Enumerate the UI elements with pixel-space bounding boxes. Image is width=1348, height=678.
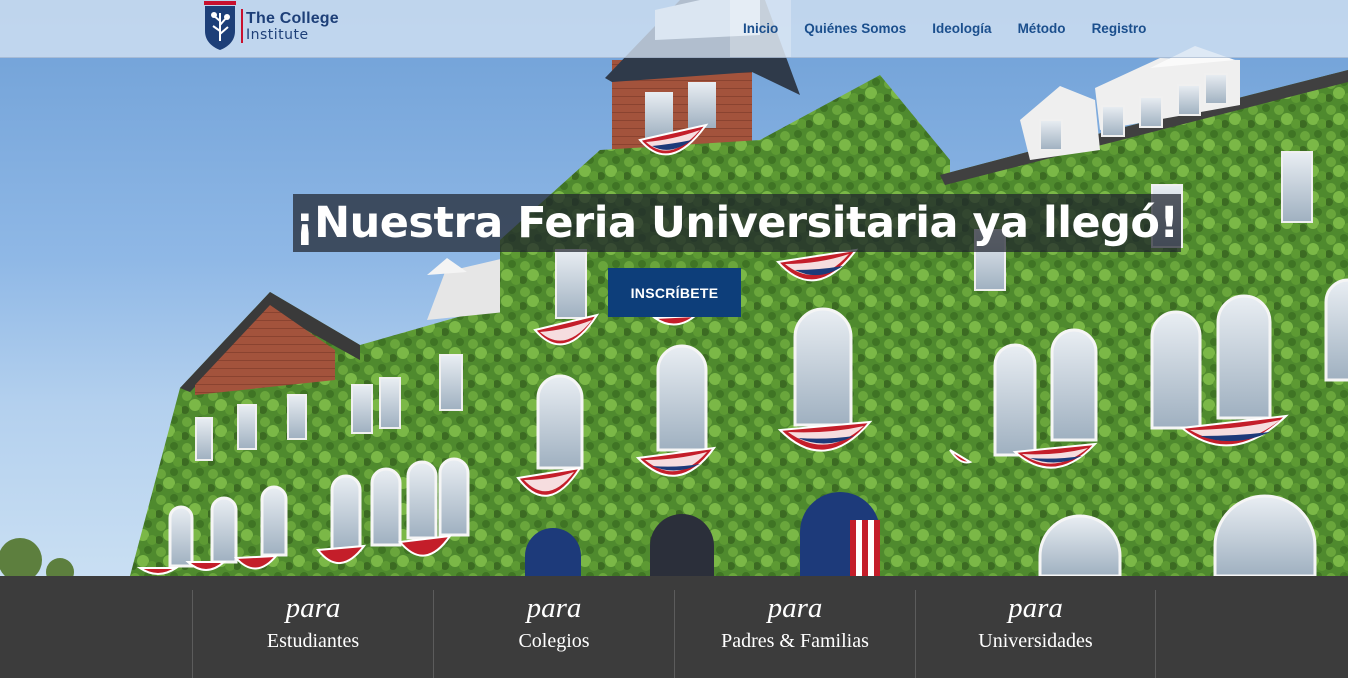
logo-title: The College <box>246 9 339 27</box>
audience-prefix: para <box>526 592 582 624</box>
brand-logo-link[interactable]: The College Institute <box>203 0 339 52</box>
hero-headline: ¡Nuestra Feria Universitaria ya llegó! <box>293 194 1181 252</box>
register-cta-button[interactable]: INSCRÍBETE <box>608 268 741 317</box>
main-nav: Inicio Quiénes Somos Ideología Método Re… <box>730 0 1159 57</box>
audience-label: Padres & Familias <box>721 630 869 652</box>
site-header: The College Institute Inicio Quiénes Som… <box>0 0 1348 58</box>
audience-item-colegios[interactable]: para Colegios <box>433 590 674 678</box>
audience-label: Colegios <box>518 630 590 652</box>
audience-item-padres-familias[interactable]: para Padres & Familias <box>674 590 915 678</box>
logo-wordmark: The College Institute <box>246 9 339 43</box>
logo-divider <box>241 9 243 43</box>
audience-band: para Estudiantes para Colegios para Padr… <box>0 576 1348 678</box>
shield-logo-icon <box>204 1 236 50</box>
audience-item-universidades[interactable]: para Universidades <box>915 590 1156 678</box>
audience-prefix: para <box>285 592 341 624</box>
nav-item-metodo[interactable]: Método <box>1005 0 1079 57</box>
nav-item-registro[interactable]: Registro <box>1079 0 1160 57</box>
audience-label: Estudiantes <box>266 630 360 652</box>
audience-item-estudiantes[interactable]: para Estudiantes <box>192 590 433 678</box>
audience-prefix: para <box>1008 592 1063 624</box>
nav-item-ideologia[interactable]: Ideología <box>919 0 1004 57</box>
audience-label: Universidades <box>978 630 1093 652</box>
audience-list: para Estudiantes para Colegios para Padr… <box>192 590 1157 678</box>
nav-item-inicio[interactable]: Inicio <box>730 0 792 57</box>
nav-item-quienes-somos[interactable]: Quiénes Somos <box>791 0 919 57</box>
logo-subtitle: Institute <box>246 26 309 43</box>
audience-prefix: para <box>767 592 823 624</box>
